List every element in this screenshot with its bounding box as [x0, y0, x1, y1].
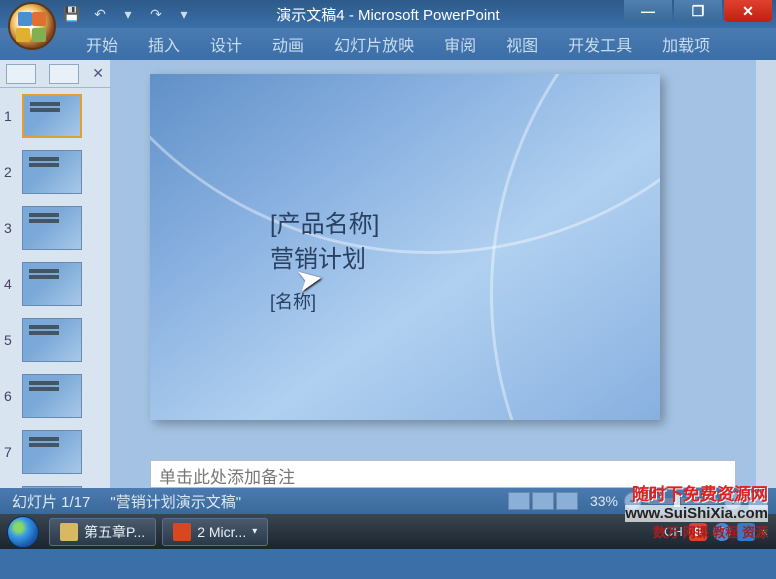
start-button[interactable]	[0, 514, 46, 549]
slide-thumbnail[interactable]: 5	[0, 316, 110, 364]
thumb-number: 1	[4, 108, 22, 124]
thumb-number: 3	[4, 220, 22, 236]
office-button[interactable]	[8, 2, 56, 50]
tab-slideshow[interactable]: 幻灯片放映	[328, 28, 420, 60]
slide-thumbnail[interactable]: 1	[0, 92, 110, 140]
slide-content: [产品名称] 营销计划 [名称]	[270, 204, 379, 314]
slide-area: [产品名称] 营销计划 [名称] ➤ 单击此处添加备注	[110, 60, 776, 488]
redo-icon[interactable]: ↷	[146, 4, 166, 24]
thumb-preview	[22, 262, 82, 306]
tab-insert[interactable]: 插入	[142, 28, 186, 60]
slide-title-line2[interactable]: 营销计划	[270, 239, 379, 274]
close-button[interactable]: ✕	[724, 0, 772, 22]
slide-canvas[interactable]: [产品名称] 营销计划 [名称]	[150, 74, 660, 420]
thumb-preview	[22, 206, 82, 250]
thumb-number: 7	[4, 444, 22, 460]
tab-design[interactable]: 设计	[204, 28, 248, 60]
theme-name: "营销计划演示文稿"	[106, 491, 245, 512]
start-orb-icon	[7, 516, 39, 548]
slide-thumbnail[interactable]: 3	[0, 204, 110, 252]
tab-view[interactable]: 视图	[500, 28, 544, 60]
slide-thumbnail[interactable]: 2	[0, 148, 110, 196]
workspace: ✕ 1 2 3 4 5 6 7 8 [产品名称] 营销计划 [名称]	[0, 60, 776, 488]
taskbar-item-folder[interactable]: 第五章P...	[49, 518, 156, 546]
thumb-number: 5	[4, 332, 22, 348]
outline-tab[interactable]	[49, 64, 79, 84]
maximize-button[interactable]: ❐	[674, 0, 722, 22]
thumb-preview	[22, 94, 82, 138]
taskbar-item-powerpoint[interactable]: 2 Micr... ▾	[162, 518, 268, 546]
tab-home[interactable]: 开始	[80, 28, 124, 60]
thumbnails-list: 1 2 3 4 5 6 7 8	[0, 88, 110, 488]
tab-developer[interactable]: 开发工具	[562, 28, 638, 60]
title-bar: 💾 ↶ ▾ ↷ ▾ 演示文稿4 - Microsoft PowerPoint —…	[0, 0, 776, 28]
close-panel-icon[interactable]: ✕	[92, 65, 104, 82]
slide-thumbnails-panel: ✕ 1 2 3 4 5 6 7 8	[0, 60, 110, 488]
normal-view-button[interactable]	[508, 492, 530, 510]
thumb-number: 4	[4, 276, 22, 292]
thumb-preview	[22, 150, 82, 194]
watermark-subtitle: 数万 网课 教程 资源	[625, 522, 768, 541]
ribbon-tabs: 开始 插入 设计 动画 幻灯片放映 审阅 视图 开发工具 加载项	[0, 28, 776, 60]
thumbnails-tab[interactable]	[6, 64, 36, 84]
taskbar-item-label: 第五章P...	[84, 522, 145, 542]
powerpoint-icon	[173, 523, 191, 541]
zoom-percentage[interactable]: 33%	[590, 493, 618, 509]
thumb-number: 2	[4, 164, 22, 180]
slide-thumbnail[interactable]: 6	[0, 372, 110, 420]
minimize-button[interactable]: —	[624, 0, 672, 22]
thumb-number: 6	[4, 388, 22, 404]
save-icon[interactable]: 💾	[62, 4, 82, 24]
folder-icon	[60, 523, 78, 541]
window-title: 演示文稿4 - Microsoft PowerPoint	[276, 4, 499, 25]
quick-access-toolbar: 💾 ↶ ▾ ↷ ▾	[62, 4, 194, 24]
tab-addins[interactable]: 加载项	[656, 28, 716, 60]
thumb-preview	[22, 374, 82, 418]
undo-icon[interactable]: ↶	[90, 4, 110, 24]
slide-thumbnail[interactable]: 7	[0, 428, 110, 476]
thumb-preview	[22, 430, 82, 474]
thumb-preview	[22, 486, 82, 488]
slide-counter: 幻灯片 1/17	[8, 491, 94, 512]
slide-thumbnail[interactable]: 8	[0, 484, 110, 488]
qat-customize-icon[interactable]: ▾	[174, 4, 194, 24]
qat-dropdown-icon[interactable]: ▾	[118, 4, 138, 24]
window-controls: — ❐ ✕	[624, 0, 772, 22]
thumbnails-header: ✕	[0, 60, 110, 88]
watermark-url: www.SuiShiXia.com	[625, 505, 768, 522]
chevron-down-icon: ▾	[252, 526, 257, 537]
sorter-view-button[interactable]	[532, 492, 554, 510]
watermark: 随时下免费资源网 www.SuiShiXia.com 数万 网课 教程 资源	[625, 480, 768, 541]
tab-animations[interactable]: 动画	[266, 28, 310, 60]
watermark-title: 随时下免费资源网	[625, 480, 768, 505]
slide-scrollbar-vertical[interactable]	[756, 60, 776, 488]
slide-thumbnail[interactable]: 4	[0, 260, 110, 308]
taskbar-item-label: 2 Micr...	[197, 524, 246, 540]
view-buttons	[508, 492, 578, 510]
tab-review[interactable]: 审阅	[438, 28, 482, 60]
slide-title-line1[interactable]: [产品名称]	[270, 204, 379, 239]
thumb-preview	[22, 318, 82, 362]
slideshow-view-button[interactable]	[556, 492, 578, 510]
slide-canvas-container: [产品名称] 营销计划 [名称] ➤	[110, 60, 776, 454]
